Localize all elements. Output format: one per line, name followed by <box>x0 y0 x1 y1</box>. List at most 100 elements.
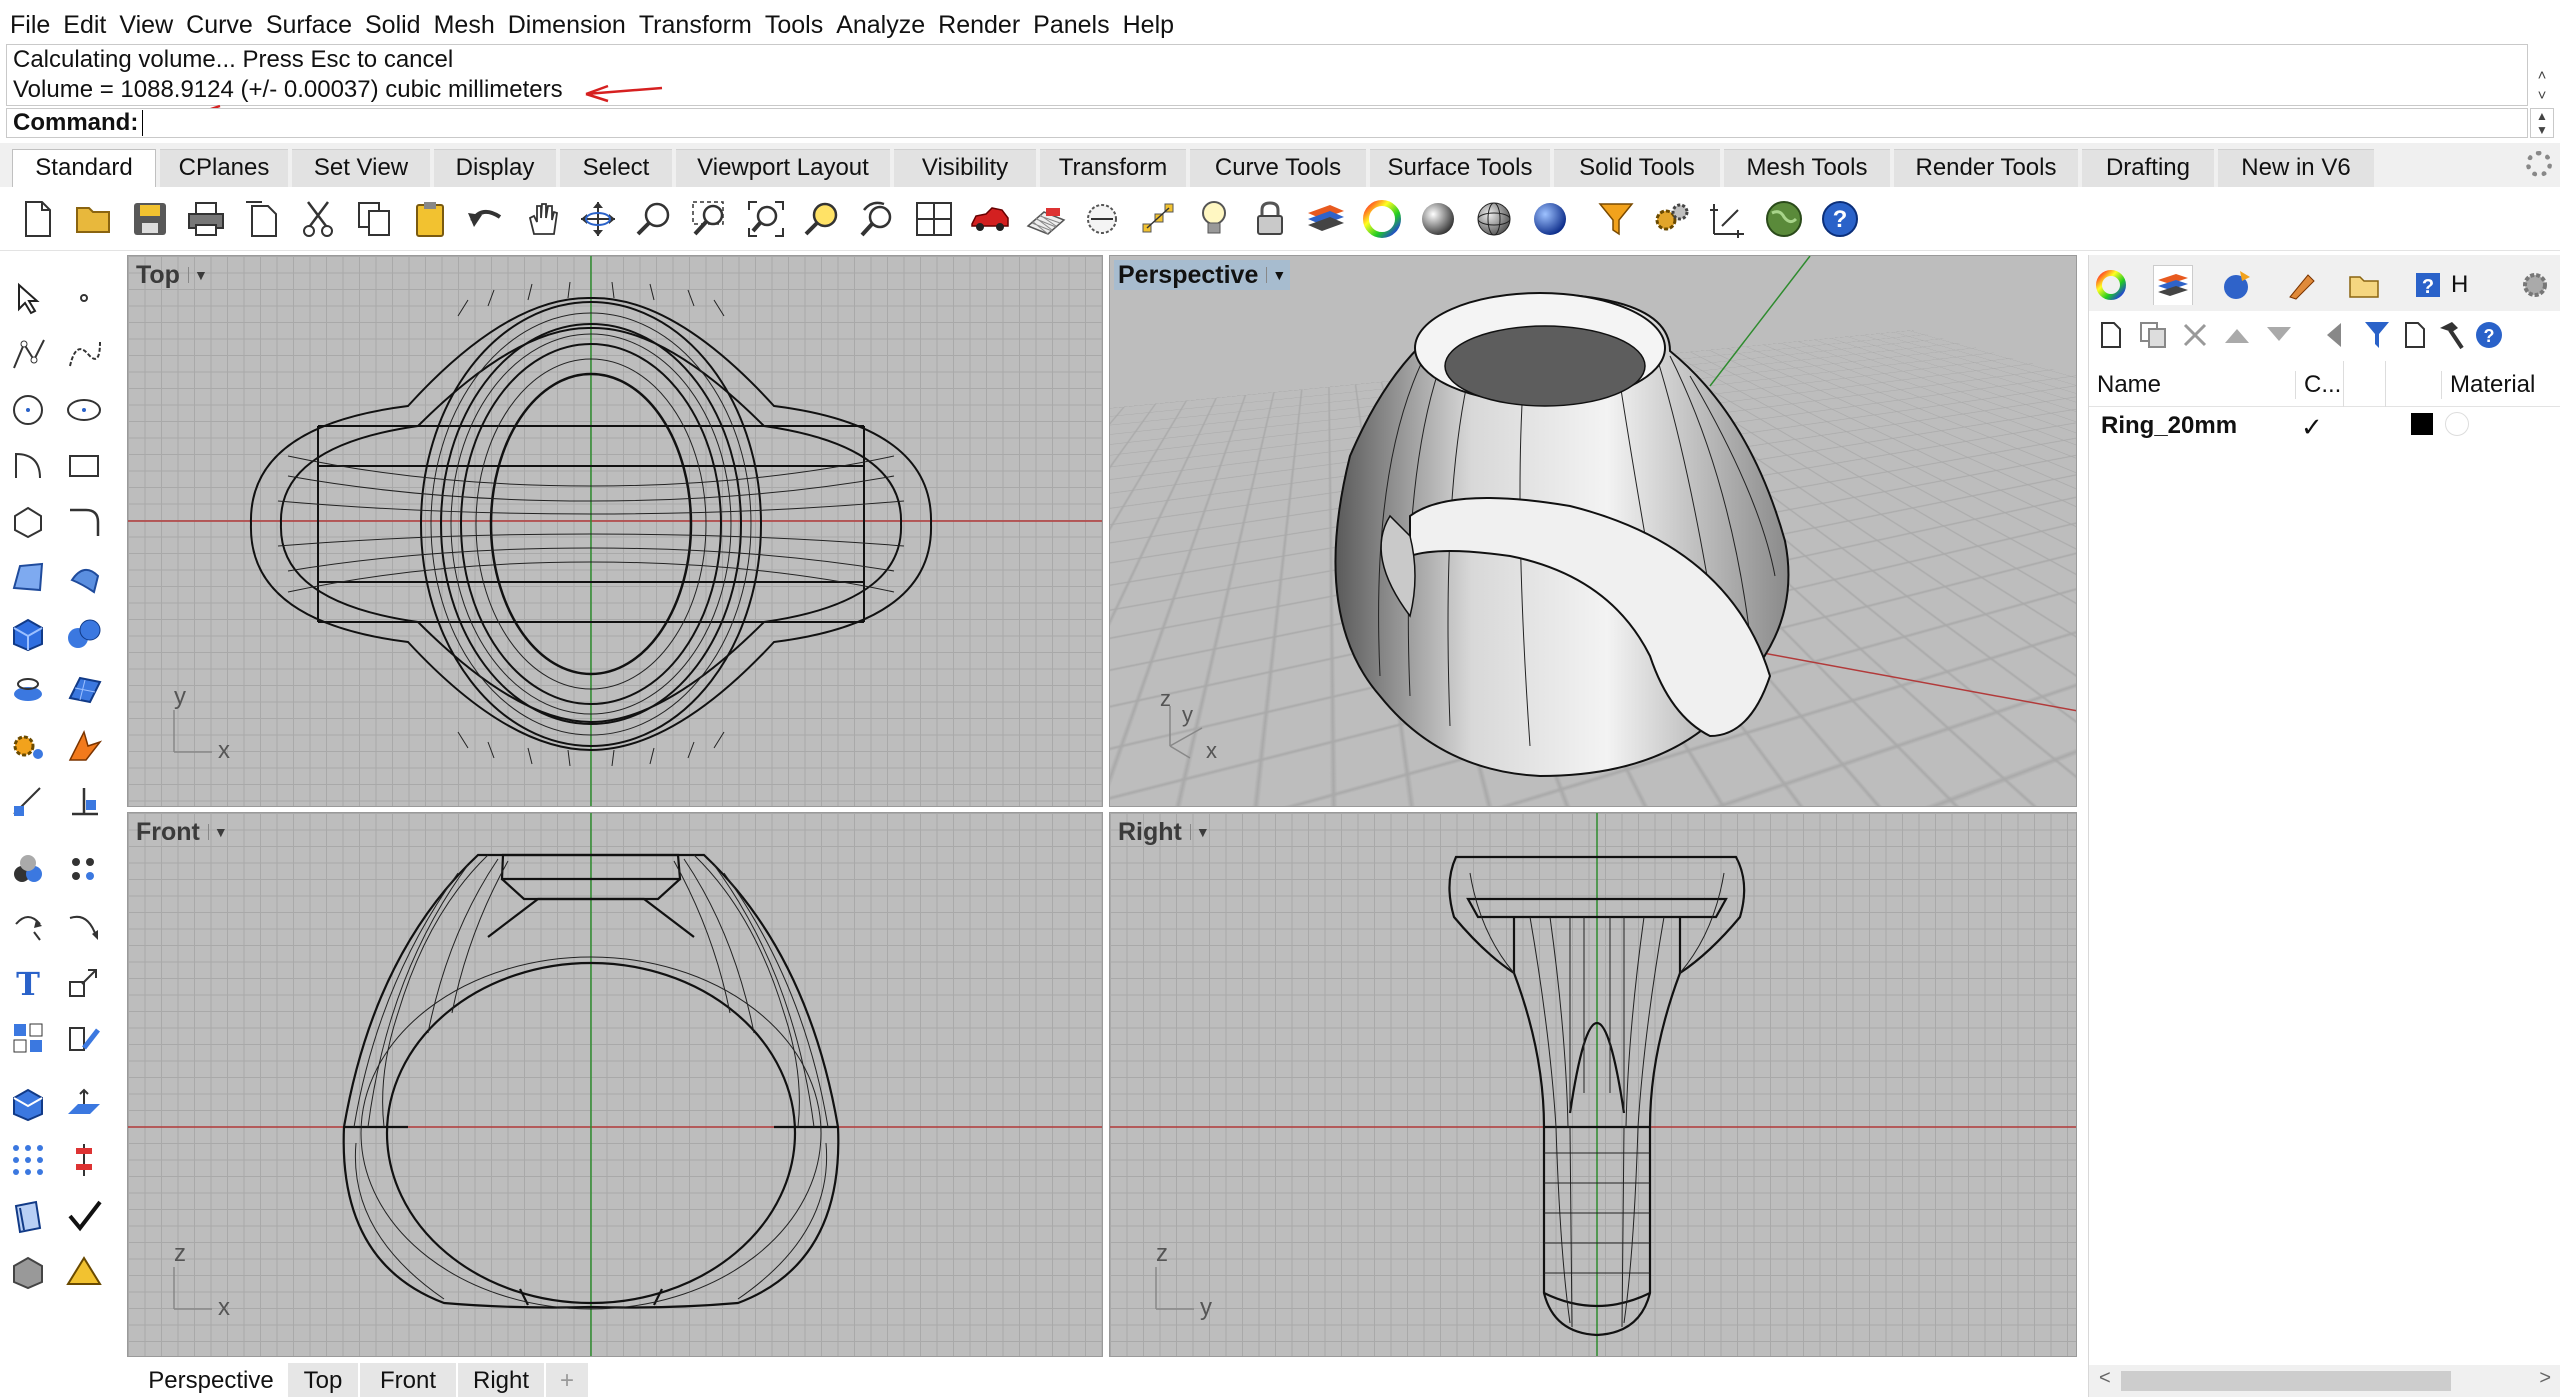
new-icon[interactable] <box>18 199 58 239</box>
curve-icon[interactable] <box>62 332 106 376</box>
scrollbar-thumb[interactable] <box>2121 1371 2451 1391</box>
polyline-icon[interactable] <box>6 332 50 376</box>
pan-icon[interactable] <box>522 199 562 239</box>
undo-view-icon[interactable] <box>858 199 898 239</box>
tab-mesh-tools[interactable]: Mesh Tools <box>1724 149 1890 187</box>
ellipse-icon[interactable] <box>62 388 106 432</box>
tab-select[interactable]: Select <box>560 149 672 187</box>
new-layer-icon[interactable] <box>2095 319 2127 351</box>
dimension-icon[interactable] <box>1708 199 1748 239</box>
snap-icon[interactable] <box>1138 199 1178 239</box>
cplane-icon[interactable] <box>1082 199 1122 239</box>
render-sphere-icon[interactable] <box>1530 199 1570 239</box>
bend-icon[interactable] <box>62 904 106 948</box>
rotate-view-icon[interactable] <box>578 199 618 239</box>
layer-help-icon[interactable]: ? <box>2473 319 2505 351</box>
menu-panels[interactable]: Panels <box>1029 0 1118 50</box>
tab-render-tools[interactable]: Render Tools <box>1894 149 2078 187</box>
text-icon[interactable]: T <box>6 960 50 1004</box>
tab-viewport-layout[interactable]: Viewport Layout <box>676 149 890 187</box>
layer-row[interactable]: Ring_20mm ✓ <box>2089 403 2560 447</box>
menu-analyze[interactable]: Analyze <box>832 0 934 50</box>
render-pyramid-icon[interactable] <box>62 1250 106 1294</box>
select-arrow-icon[interactable] <box>6 276 50 320</box>
group-icon[interactable] <box>6 848 50 892</box>
move-down-icon[interactable] <box>2263 319 2295 351</box>
arc-icon[interactable] <box>6 444 50 488</box>
zoom-icon[interactable] <box>634 199 674 239</box>
tab-cplanes[interactable]: CPlanes <box>160 149 288 187</box>
fillet-icon[interactable] <box>62 500 106 544</box>
properties-color-icon[interactable] <box>2091 265 2131 305</box>
tab-solid-tools[interactable]: Solid Tools <box>1554 149 1720 187</box>
viewport-tab-right[interactable]: Right <box>458 1363 544 1397</box>
viewport-title-front[interactable]: Front ▼ <box>132 817 232 847</box>
menu-help[interactable]: Help <box>1119 0 1183 50</box>
layer-material-swatch[interactable] <box>2445 412 2469 436</box>
gear-tools-icon[interactable] <box>6 724 50 768</box>
split-icon[interactable] <box>62 780 106 824</box>
layout-plane-icon[interactable] <box>62 1082 106 1126</box>
dimension-tool-icon[interactable] <box>6 780 50 824</box>
delete-layer-icon[interactable] <box>2179 319 2211 351</box>
earth-icon[interactable] <box>1764 199 1804 239</box>
layer-filter-icon[interactable] <box>2361 319 2393 351</box>
panel-settings-gear-icon[interactable] <box>2515 265 2555 305</box>
shaded-sphere-icon[interactable] <box>1418 199 1458 239</box>
viewport-menu-arrow-icon[interactable]: ▼ <box>1266 267 1286 283</box>
boolean-icon[interactable] <box>62 612 106 656</box>
filter-icon[interactable] <box>1596 199 1636 239</box>
zoom-extents-icon[interactable] <box>746 199 786 239</box>
command-input[interactable] <box>142 110 2443 136</box>
tab-standard[interactable]: Standard <box>12 149 156 187</box>
viewport-front[interactable]: Front ▼ z x <box>127 812 1103 1357</box>
circle-icon[interactable] <box>6 388 50 432</box>
check-icon[interactable] <box>62 1194 106 1238</box>
layer-color-swatch[interactable] <box>2411 413 2433 435</box>
tab-surface-tools[interactable]: Surface Tools <box>1370 149 1550 187</box>
paste-icon[interactable] <box>410 199 450 239</box>
rectangle-icon[interactable] <box>62 444 106 488</box>
copy-icon[interactable] <box>354 199 394 239</box>
render-explode-icon[interactable] <box>62 724 106 768</box>
scale-icon[interactable] <box>62 960 106 1004</box>
revolve-icon[interactable] <box>62 556 106 600</box>
car-icon[interactable] <box>970 199 1010 239</box>
scroll-right-arrow-icon[interactable]: > <box>2539 1367 2551 1390</box>
zoom-selected-icon[interactable] <box>802 199 842 239</box>
save-icon[interactable] <box>130 199 170 239</box>
sweep-icon[interactable] <box>6 1194 50 1238</box>
files-tab-icon[interactable] <box>2345 265 2385 305</box>
tab-visibility[interactable]: Visibility <box>894 149 1036 187</box>
column-material[interactable]: Material <box>2441 371 2535 399</box>
wireframe-sphere-icon[interactable] <box>1474 199 1514 239</box>
viewport-perspective[interactable]: Perspective ▼ z y x <box>1109 255 2077 807</box>
zoom-window-icon[interactable] <box>690 199 730 239</box>
settings-gears-icon[interactable] <box>1652 199 1692 239</box>
menu-render[interactable]: Render <box>934 0 1029 50</box>
menu-tools[interactable]: Tools <box>761 0 832 50</box>
tab-new-in-v6[interactable]: New in V6 <box>2218 149 2374 187</box>
viewport-tab-front[interactable]: Front <box>360 1363 456 1397</box>
materials-tab-icon[interactable] <box>2281 265 2321 305</box>
history-scroll-arrows[interactable]: ˄ ˅ <box>2530 66 2554 106</box>
extrude-icon[interactable] <box>6 668 50 712</box>
polygon-icon[interactable] <box>6 500 50 544</box>
orient-icon[interactable] <box>62 1016 106 1060</box>
render-tab-icon[interactable] <box>2217 265 2257 305</box>
color-wheel-icon[interactable] <box>1362 199 1402 239</box>
viewport-top[interactable]: Top ▼ y x <box>127 255 1103 807</box>
array-linear-icon[interactable] <box>62 1138 106 1182</box>
layers-horizontal-scrollbar[interactable]: < > <box>2089 1365 2560 1397</box>
column-current[interactable]: C... <box>2295 371 2341 399</box>
open-icon[interactable] <box>74 199 114 239</box>
import-icon[interactable] <box>242 199 282 239</box>
help-tab-icon[interactable]: ? <box>2409 265 2449 305</box>
command-spinner[interactable]: ▲ ▼ <box>2530 108 2554 138</box>
solid-box-icon[interactable] <box>6 1082 50 1126</box>
grid-dots-icon[interactable] <box>6 1138 50 1182</box>
new-sublayer-icon[interactable] <box>2137 319 2169 351</box>
tab-set-view[interactable]: Set View <box>292 149 430 187</box>
viewport-menu-arrow-icon[interactable]: ▼ <box>187 267 208 283</box>
help-icon[interactable]: ? <box>1820 199 1860 239</box>
